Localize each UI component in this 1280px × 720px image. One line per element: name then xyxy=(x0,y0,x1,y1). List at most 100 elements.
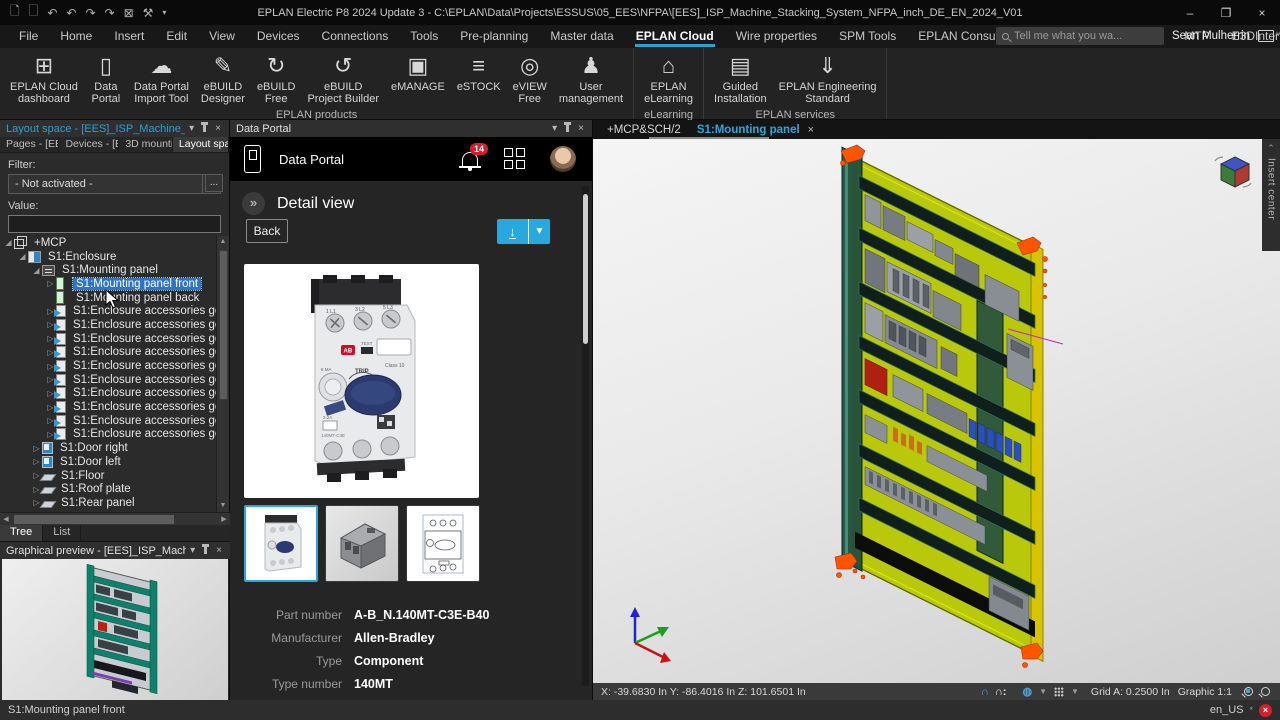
minimize-button[interactable]: – xyxy=(1172,0,1208,25)
tree-item-s1-enclosure-accessories-general[interactable]: ▷S1:Enclosure accessories general xyxy=(0,414,216,428)
tab-close-icon[interactable]: × xyxy=(808,124,820,136)
tree-item-s1-mounting-panel[interactable]: ◢S1:Mounting panel xyxy=(0,263,216,277)
open-page-icon[interactable]: 🗌 xyxy=(29,2,39,23)
apps-grid-icon[interactable] xyxy=(504,148,526,170)
zoom-window-icon[interactable] xyxy=(1244,687,1253,696)
menu-pre-planning[interactable]: Pre-planning xyxy=(449,26,539,47)
workspace-icon[interactable] xyxy=(1258,30,1274,42)
chevron-down-icon[interactable]: ▼ xyxy=(1067,687,1083,696)
data-portal-scrollbar[interactable] xyxy=(582,186,589,686)
language-indicator[interactable]: en_US xyxy=(1210,704,1244,716)
tree-item-s1-rear-panel[interactable]: ▷S1:Rear panel xyxy=(0,496,216,510)
ebuild-free-button[interactable]: ↻eBUILDFree xyxy=(251,50,302,106)
viewport-3d-canvas[interactable]: ⌃ Insert center xyxy=(593,139,1280,683)
tab-devices-e[interactable]: Devices - [E... xyxy=(59,137,119,152)
chevron-down-icon[interactable]: ▼ xyxy=(1035,687,1051,696)
object-snap-icon[interactable]: ∩: xyxy=(992,686,1010,698)
menu-spm-tools[interactable]: SPM Tools xyxy=(828,26,907,47)
panel-close-icon[interactable]: × xyxy=(212,545,226,556)
expander-icon[interactable]: ▷ xyxy=(32,457,41,466)
tools-icon[interactable]: ⚒ xyxy=(143,6,154,20)
undo-icon[interactable]: ↶ xyxy=(66,6,76,20)
value-input[interactable] xyxy=(8,215,221,233)
pin-icon[interactable] xyxy=(204,547,207,554)
redo-icon[interactable]: ↷ xyxy=(85,6,95,20)
tree-item-s1-mounting-panel-back[interactable]: S1:Mounting panel back xyxy=(0,291,216,305)
ebuild-designer-button[interactable]: ✎eBUILDDesigner xyxy=(195,50,251,106)
estock-button[interactable]: ≡eSTOCK xyxy=(451,50,507,94)
tree-horizontal-scrollbar[interactable]: ◀ ▶ xyxy=(0,512,230,525)
tab-list[interactable]: List xyxy=(43,525,81,541)
tree-item-s1-enclosure-accessories-general[interactable]: ▷S1:Enclosure accessories general xyxy=(0,318,216,332)
panel-menu-icon[interactable]: ▾ xyxy=(186,545,199,556)
grid-display-icon[interactable] xyxy=(1054,687,1064,697)
menu-tools[interactable]: Tools xyxy=(399,26,449,47)
panel-menu-icon[interactable]: ▾ xyxy=(185,123,198,134)
pin-icon[interactable]: ⌃ xyxy=(1267,143,1275,154)
thumbnail-photo[interactable] xyxy=(244,505,318,582)
expander-icon[interactable]: ◢ xyxy=(32,266,41,275)
eview-free-button[interactable]: ◎eVIEWFree xyxy=(507,50,553,106)
tree-vertical-scrollbar[interactable]: ▲ ▼ xyxy=(216,236,229,512)
data-portal-button[interactable]: ▯DataPortal xyxy=(84,50,128,106)
scroll-down-icon[interactable]: ▼ xyxy=(217,500,229,512)
panel-close-icon[interactable]: × xyxy=(574,123,588,134)
snap-icon[interactable]: ∩ xyxy=(978,686,992,698)
emanage-button[interactable]: ▣eMANAGE xyxy=(385,50,451,94)
pin-icon[interactable] xyxy=(566,125,569,132)
menu-edit[interactable]: Edit xyxy=(155,26,198,47)
tree-item-s1-enclosure-accessories-general[interactable]: ▷S1:Enclosure accessories general xyxy=(0,428,216,442)
undo-history-icon[interactable]: ↶ xyxy=(47,6,57,20)
panel-menu-icon[interactable]: ▾ xyxy=(548,123,561,134)
menu-eplan-cloud[interactable]: EPLAN Cloud xyxy=(625,26,725,47)
expander-icon[interactable]: ▷ xyxy=(46,279,55,288)
tree-item-s1-door-left[interactable]: ▷S1:Door left xyxy=(0,455,216,469)
collapse-panel-button[interactable]: » xyxy=(242,192,265,215)
menu-insert[interactable]: Insert xyxy=(103,26,155,47)
menu-connections[interactable]: Connections xyxy=(311,26,400,47)
ebuild-project-builder-button[interactable]: ↺eBUILDProject Builder xyxy=(301,50,385,106)
error-indicator[interactable]: × xyxy=(1259,704,1272,717)
back-button[interactable]: Back xyxy=(246,219,288,243)
download-button[interactable]: ↓ xyxy=(497,219,528,244)
tree-item-s1-enclosure-accessories-general[interactable]: ▷S1:Enclosure accessories general xyxy=(0,400,216,414)
tree-item-s1-mounting-panel-front[interactable]: ▷S1:Mounting panel front xyxy=(0,277,216,291)
insert-center-sidebar[interactable]: ⌃ Insert center xyxy=(1262,139,1280,251)
tell-me-search-input[interactable]: Tell me what you wa... xyxy=(996,27,1164,45)
tree-item-s1-roof-plate[interactable]: ▷S1:Roof plate xyxy=(0,482,216,496)
thumbnail-line-drawing[interactable] xyxy=(406,505,480,582)
viewport-tab-mcp-sch-2[interactable]: +MCP&SCH/2 xyxy=(599,122,689,138)
menu-view[interactable]: View xyxy=(198,26,246,47)
data-portal-import-tool-button[interactable]: ☁Data PortalImport Tool xyxy=(128,50,195,106)
tree-item-s1-enclosure-accessories-general[interactable]: ▷S1:Enclosure accessories general xyxy=(0,387,216,401)
avatar[interactable] xyxy=(550,146,576,172)
filter-more-button[interactable]: ... xyxy=(205,174,223,192)
tree-item-s1-door-right[interactable]: ▷S1:Door right xyxy=(0,441,216,455)
eplan-cloud-dashboard-button[interactable]: ⊞EPLAN Clouddashboard xyxy=(4,50,84,106)
redo-history-icon[interactable]: ↷ xyxy=(105,6,115,20)
download-options-button[interactable]: ▼ xyxy=(528,219,550,244)
new-page-icon[interactable]: 🗋 xyxy=(10,2,20,23)
pin-icon[interactable] xyxy=(203,125,206,132)
table-delete-icon[interactable]: ⊠ xyxy=(124,6,134,20)
close-button[interactable]: × xyxy=(1244,0,1280,25)
tree-item-s1-enclosure-accessories-general[interactable]: ▷S1:Enclosure accessories general xyxy=(0,346,216,360)
menu-devices[interactable]: Devices xyxy=(246,26,311,47)
filter-dropdown[interactable]: - Not activated - ▼ xyxy=(8,174,221,194)
guided-installation-button[interactable]: ▤GuidedInstallation xyxy=(708,50,773,106)
menu-master-data[interactable]: Master data xyxy=(539,26,624,47)
tree-item-s1-enclosure-accessories-general[interactable]: ▷S1:Enclosure accessories general xyxy=(0,304,216,318)
tab-tree[interactable]: Tree xyxy=(0,525,43,541)
layer-visibility-icon[interactable]: ◍ xyxy=(1019,685,1035,698)
eplan-elearning-button[interactable]: ⌂EPLANeLearning xyxy=(638,50,699,106)
restore-button[interactable]: ❐ xyxy=(1208,0,1244,25)
notifications-button[interactable]: 14 xyxy=(462,152,478,166)
eplan-engineering-standard-button[interactable]: ⇓EPLAN EngineeringStandard xyxy=(773,50,883,106)
tree-item-s1-enclosure[interactable]: ◢S1:Enclosure xyxy=(0,250,216,264)
tab-3d-mounti[interactable]: 3D mounti... xyxy=(119,137,173,152)
viewport-tab-s1-mounting-panel[interactable]: S1:Mounting panel xyxy=(689,122,808,138)
tree-item-s1-enclosure-accessories-general[interactable]: ▷S1:Enclosure accessories general xyxy=(0,332,216,346)
panel-close-icon[interactable]: × xyxy=(211,123,225,134)
menu-wire-properties[interactable]: Wire properties xyxy=(725,26,828,47)
expander-icon[interactable]: ◢ xyxy=(4,238,13,247)
